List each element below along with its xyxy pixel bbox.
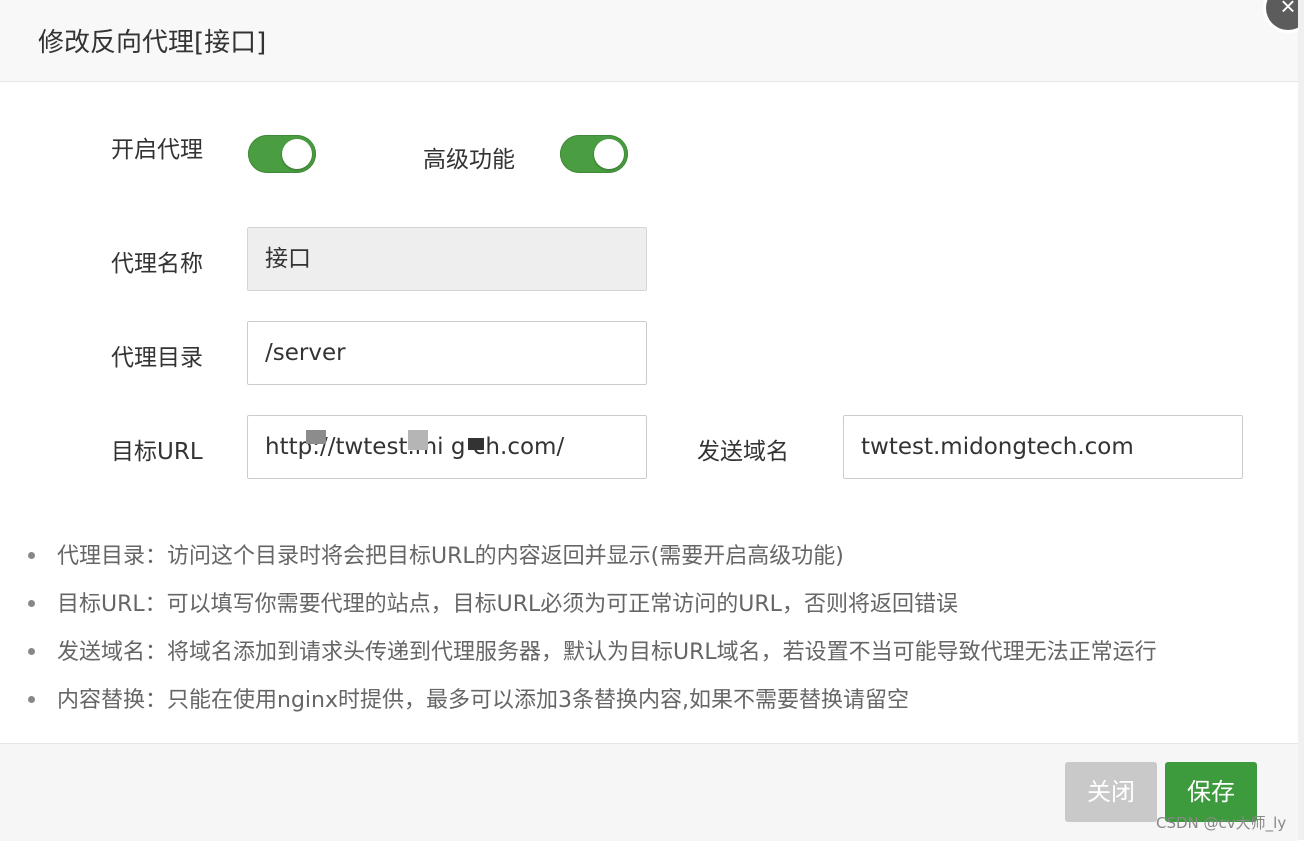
edit-reverse-proxy-dialog: 修改反向代理[接口] × 开启代理 高级功能 代理名称 接口 代理目录 /ser… — [0, 0, 1304, 841]
target-url-label: 目标URL — [111, 439, 203, 465]
tip-item: 发送域名：将域名添加到请求头传递到代理服务器，默认为目标URL域名，若设置不当可… — [28, 634, 1157, 666]
dialog-header: 修改反向代理[接口] — [0, 0, 1304, 82]
tip-item: 目标URL：可以填写你需要代理的站点，目标URL必须为可正常访问的URL，否则将… — [28, 586, 958, 618]
enable-proxy-label: 开启代理 — [111, 137, 203, 163]
bullet-icon — [28, 599, 35, 607]
proxy-dir-input[interactable]: /server — [247, 321, 647, 385]
enable-proxy-toggle[interactable] — [248, 135, 316, 173]
tip-item: 代理目录：访问这个目录时将会把目标URL的内容返回并显示(需要开启高级功能) — [28, 538, 844, 570]
close-button[interactable]: 关闭 — [1065, 762, 1157, 822]
proxy-name-label: 代理名称 — [111, 251, 203, 277]
redaction-mark — [408, 430, 428, 450]
redaction-mark — [306, 430, 326, 444]
proxy-name-input: 接口 — [247, 227, 647, 291]
bullet-icon — [28, 551, 35, 559]
send-domain-input[interactable]: twtest.midongtech.com — [843, 415, 1243, 479]
advanced-feature-label: 高级功能 — [423, 147, 515, 173]
send-domain-label: 发送域名 — [697, 439, 789, 465]
toggle-knob — [594, 139, 624, 169]
advanced-feature-toggle[interactable] — [560, 135, 628, 173]
bullet-icon — [28, 695, 35, 703]
watermark: CSDN @cv大师_ly — [1156, 814, 1287, 832]
toggle-knob — [282, 139, 312, 169]
redaction-mark — [468, 438, 484, 450]
target-url-input[interactable]: http://twtest.mi g ch.com/ — [247, 415, 647, 479]
scrollbar-track — [1298, 0, 1304, 840]
tip-item: 内容替换：只能在使用nginx时提供，最多可以添加3条替换内容,如果不需要替换请… — [28, 682, 909, 714]
bullet-icon — [28, 647, 35, 655]
dialog-footer: 关闭 保存 — [0, 743, 1298, 841]
proxy-dir-label: 代理目录 — [111, 345, 203, 371]
dialog-title: 修改反向代理[接口] — [38, 28, 267, 58]
